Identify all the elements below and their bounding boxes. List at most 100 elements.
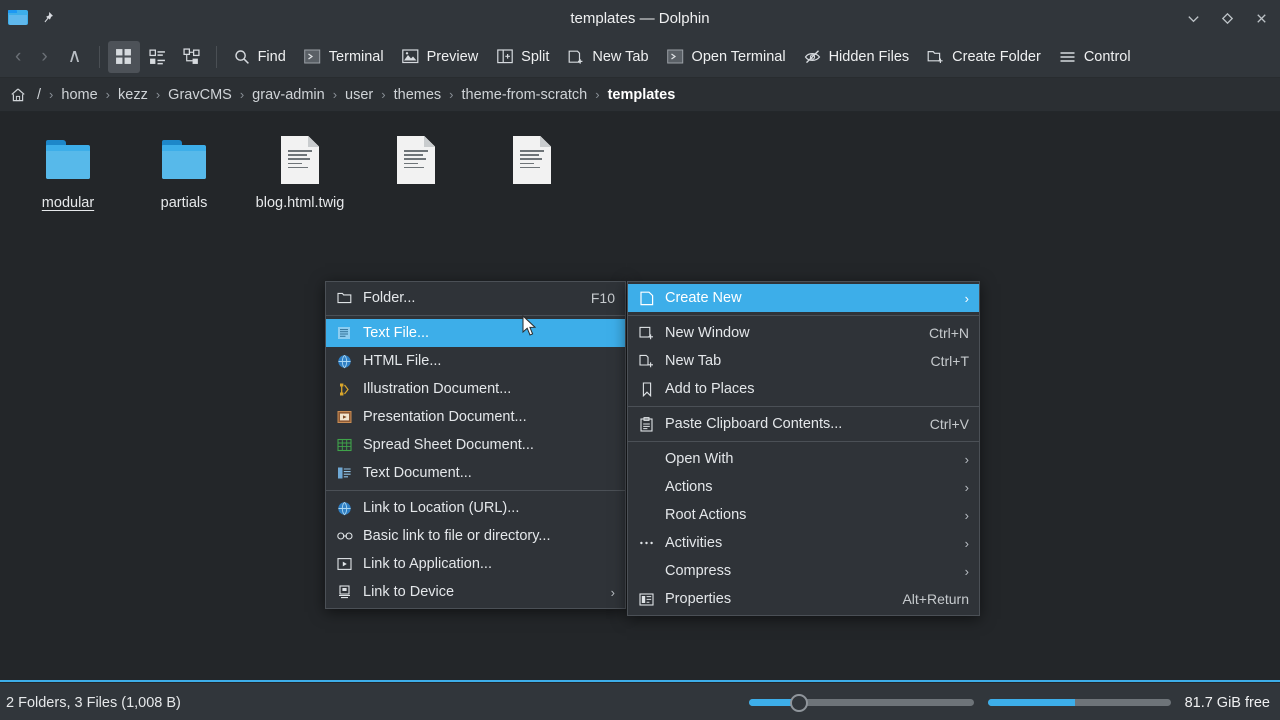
menu-item-folder[interactable]: Folder... F10: [326, 284, 625, 312]
menu-item-label: Illustration Document...: [363, 381, 512, 397]
menu-item-create-new[interactable]: Create New ›: [628, 284, 979, 312]
menu-item-new-window[interactable]: New Window Ctrl+N: [628, 319, 979, 347]
chevron-right-icon: ›: [964, 507, 969, 523]
breadcrumb-separator: ›: [381, 87, 386, 102]
menu-item-link-to-location[interactable]: Link to Location (URL)...: [326, 494, 625, 522]
menu-item-text-file[interactable]: Text File...: [326, 319, 625, 347]
breadcrumb-item-themes[interactable]: themes: [389, 85, 447, 105]
breadcrumb-item-user[interactable]: user: [340, 85, 378, 105]
menu-item-link-to-application[interactable]: Link to Application...: [326, 550, 625, 578]
terminal-button[interactable]: Terminal: [296, 41, 392, 73]
menu-item-paste-clipboard-contents[interactable]: Paste Clipboard Contents... Ctrl+V: [628, 410, 979, 438]
empty-icon: [638, 563, 655, 580]
breadcrumb-root[interactable]: /: [32, 85, 46, 105]
menu-item-text-document[interactable]: Text Document...: [326, 459, 625, 487]
menu-item-basic-link[interactable]: Basic link to file or directory...: [326, 522, 625, 550]
breadcrumb-item-theme-from-scratch[interactable]: theme-from-scratch: [457, 85, 593, 105]
empty-icon: [638, 479, 655, 496]
breadcrumb-item-gravcms[interactable]: GravCMS: [163, 85, 237, 105]
create-folder-button[interactable]: Create Folder: [919, 41, 1049, 73]
menu-item-spread-sheet-document[interactable]: Spread Sheet Document...: [326, 431, 625, 459]
breadcrumb-item-grav-admin[interactable]: grav-admin: [247, 85, 330, 105]
menu-item-shortcut: Ctrl+T: [930, 353, 970, 369]
menu-item-presentation-document[interactable]: Presentation Document...: [326, 403, 625, 431]
free-space-bar[interactable]: [987, 699, 1171, 706]
list-item-label: blog.html.twig: [255, 195, 345, 211]
menu-item-add-to-places[interactable]: Add to Places: [628, 375, 979, 403]
new-window-icon: [638, 325, 655, 342]
breadcrumb-item-kezz[interactable]: kezz: [113, 85, 153, 105]
up-button[interactable]: ∧: [59, 41, 91, 73]
globe-icon: [336, 353, 353, 370]
list-item[interactable]: blog.html.twig: [242, 126, 358, 221]
breadcrumb[interactable]: / › home › kezz › GravCMS › grav-admin ›…: [0, 78, 1280, 112]
menu-item-compress[interactable]: Compress ›: [628, 557, 979, 585]
title-bar: templates — Dolphin: [0, 0, 1280, 36]
device-icon: [336, 584, 353, 601]
status-summary: 2 Folders, 3 Files (1,008 B): [6, 694, 181, 711]
hidden-files-button[interactable]: Hidden Files: [796, 41, 918, 73]
illustration-icon: [336, 381, 353, 398]
chevron-right-icon: ›: [964, 451, 969, 467]
create-folder-label: Create Folder: [952, 48, 1041, 65]
forward-button[interactable]: ›: [32, 41, 56, 73]
split-icon: [496, 48, 514, 66]
preview-button[interactable]: Preview: [394, 41, 487, 73]
list-item[interactable]: [358, 126, 474, 221]
menu-item-html-file[interactable]: HTML File...: [326, 347, 625, 375]
file-view[interactable]: modular partials blog.html.twig Folder..…: [0, 112, 1280, 680]
menu-separator: [628, 441, 979, 442]
maximize-button[interactable]: [1216, 7, 1238, 29]
properties-icon: [638, 591, 655, 608]
find-button[interactable]: Find: [225, 41, 294, 73]
zoom-slider-handle[interactable]: [789, 693, 808, 712]
new-tab-button[interactable]: New Tab: [559, 41, 656, 73]
menu-item-label: Link to Application...: [363, 556, 492, 572]
home-icon[interactable]: [10, 87, 30, 103]
icons-view-button[interactable]: [107, 40, 140, 73]
preview-label: Preview: [426, 48, 479, 65]
new-tab-icon: [567, 48, 585, 66]
menu-item-activities[interactable]: Activities ›: [628, 529, 979, 557]
menu-item-label: New Window: [665, 325, 750, 341]
menu-item-open-with[interactable]: Open With ›: [628, 445, 979, 473]
menu-item-label: Link to Location (URL)...: [363, 500, 520, 516]
document-icon: [397, 130, 435, 184]
menu-item-shortcut: Ctrl+N: [928, 325, 969, 341]
chevron-right-icon: ›: [964, 535, 969, 551]
document-icon: [281, 130, 319, 184]
menu-item-label: New Tab: [665, 353, 722, 369]
menu-separator: [628, 315, 979, 316]
pin-icon[interactable]: [38, 9, 56, 27]
list-item[interactable]: modular: [10, 126, 126, 221]
zoom-slider[interactable]: [748, 693, 974, 712]
minimize-button[interactable]: [1182, 7, 1204, 29]
menu-item-illustration-document[interactable]: Illustration Document...: [326, 375, 625, 403]
menu-item-shortcut: Ctrl+V: [929, 416, 969, 432]
spreadsheet-icon: [336, 437, 353, 454]
menu-item-link-to-device[interactable]: Link to Device ›: [326, 578, 625, 606]
control-button[interactable]: Control: [1051, 41, 1139, 73]
compact-view-button[interactable]: [142, 41, 174, 73]
breadcrumb-separator: ›: [595, 87, 600, 102]
breadcrumb-item-home[interactable]: home: [56, 85, 102, 105]
split-button[interactable]: Split: [488, 41, 557, 73]
close-button[interactable]: [1250, 7, 1272, 29]
context-menu[interactable]: Create New › New Window Ctrl+N New Tab C…: [627, 281, 980, 616]
hidden-files-label: Hidden Files: [828, 48, 910, 65]
terminal-label: Terminal: [328, 48, 384, 65]
open-terminal-button[interactable]: Open Terminal: [659, 41, 794, 73]
breadcrumb-current[interactable]: templates: [603, 85, 681, 105]
menu-item-label: Activities: [665, 535, 723, 551]
back-button[interactable]: ‹: [6, 41, 30, 73]
menu-item-actions[interactable]: Actions ›: [628, 473, 979, 501]
menu-item-root-actions[interactable]: Root Actions ›: [628, 501, 979, 529]
list-item[interactable]: [474, 126, 590, 221]
menu-item-new-tab[interactable]: New Tab Ctrl+T: [628, 347, 979, 375]
list-item-label: partials: [160, 195, 208, 211]
create-new-submenu[interactable]: Folder... F10 Text File... HTML File... …: [325, 281, 626, 609]
menu-item-properties[interactable]: Properties Alt+Return: [628, 585, 979, 613]
list-item[interactable]: partials: [126, 126, 242, 221]
empty-icon: [638, 451, 655, 468]
details-view-button[interactable]: [176, 41, 208, 73]
